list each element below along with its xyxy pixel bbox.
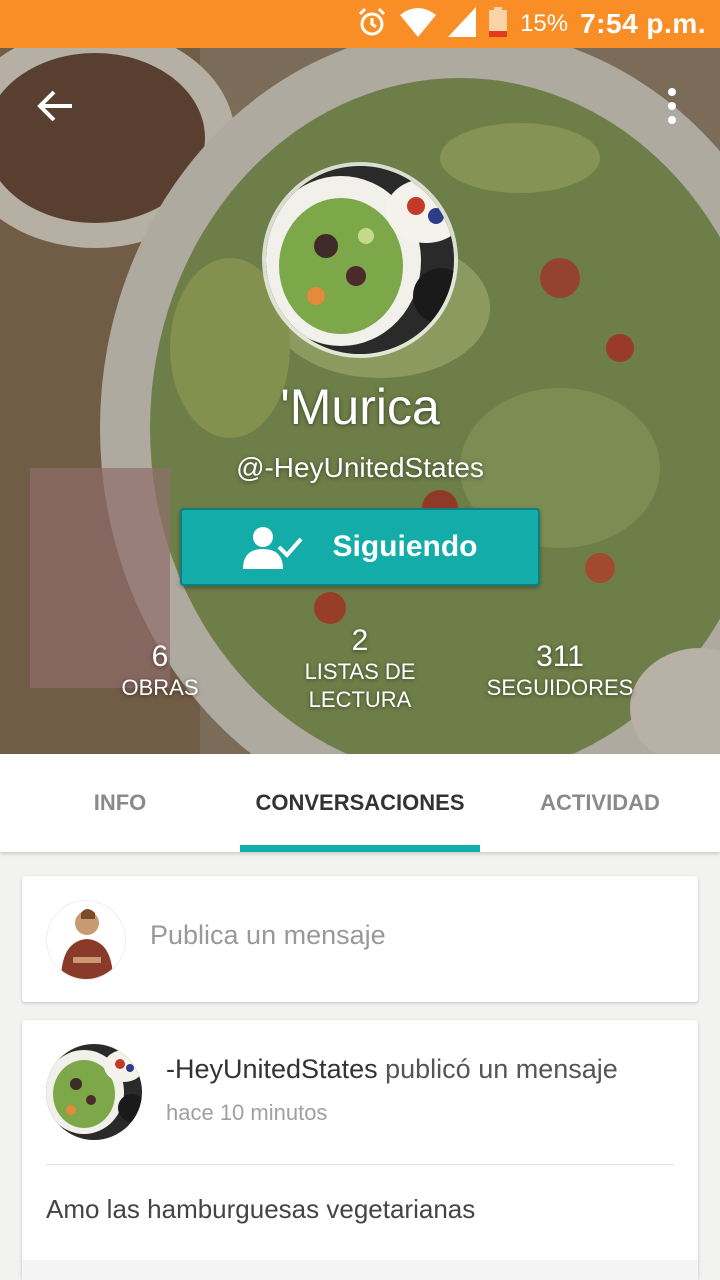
stat-followers-value: 311 [536,640,584,673]
wifi-icon [400,7,437,42]
status-icons: 15% 7:54 p.m. [356,0,706,48]
arrow-back-icon [37,90,72,122]
compose-message-card[interactable]: Publica un mensaje [22,876,698,1002]
message-post-card: -HeyUnitedStates publicó un mensaje hace… [22,1020,698,1280]
profile-display-name: 'Murica [280,379,440,435]
following-button[interactable]: Siguiendo [180,508,540,586]
battery-icon [488,6,508,42]
stat-followers-label: SEGUIDORES [486,675,634,700]
post-body: Amo las hamburguesas vegetarianas [46,1194,476,1224]
following-button-label: Siguiendo [332,530,478,563]
back-button[interactable] [36,86,76,126]
signal-icon [448,6,477,42]
user-check-icon [242,527,303,569]
more-vertical-icon [668,88,676,124]
profile-username: @-HeyUnitedStates [236,452,484,483]
post-header: -HeyUnitedStates publicó un mensaje [166,1054,618,1085]
post-divider [46,1164,674,1165]
tab-info[interactable]: INFO [0,754,240,852]
current-user-avatar [46,900,126,980]
clock: 7:54 p.m. [580,8,706,39]
profile-stats: 6 OBRAS 2 LISTAS DE LECTURA 311 SEGUIDOR… [0,624,720,734]
stat-followers[interactable]: 311 SEGUIDORES [440,640,680,702]
post-author-avatar[interactable] [46,1044,142,1140]
tab-conversations[interactable]: CONVERSACIONES [240,754,480,852]
status-bar: 15% 7:54 p.m. [0,0,720,48]
more-options-button[interactable] [660,86,684,126]
active-tab-indicator [240,845,480,852]
profile-header: 'Murica @-HeyUnitedStates Siguiendo 6 OB… [0,48,720,754]
post-action-text: publicó un mensaje [385,1054,618,1084]
tab-activity[interactable]: ACTIVIDAD [480,754,720,852]
post-footer [22,1260,698,1280]
stat-reading-lists-label: LISTAS DE LECTURA [304,659,416,712]
tab-info-label: INFO [93,790,147,815]
compose-placeholder: Publica un mensaje [150,920,386,950]
profile-avatar [262,162,458,358]
alarm-icon [356,6,388,43]
post-timestamp: hace 10 minutos [166,1100,328,1125]
post-author-name[interactable]: -HeyUnitedStates [166,1054,378,1084]
tab-activity-label: ACTIVIDAD [540,790,660,815]
profile-tabs: INFO CONVERSACIONES ACTIVIDAD [0,754,720,852]
tab-conversations-label: CONVERSACIONES [255,790,465,815]
battery-percent: 15% [520,10,569,37]
